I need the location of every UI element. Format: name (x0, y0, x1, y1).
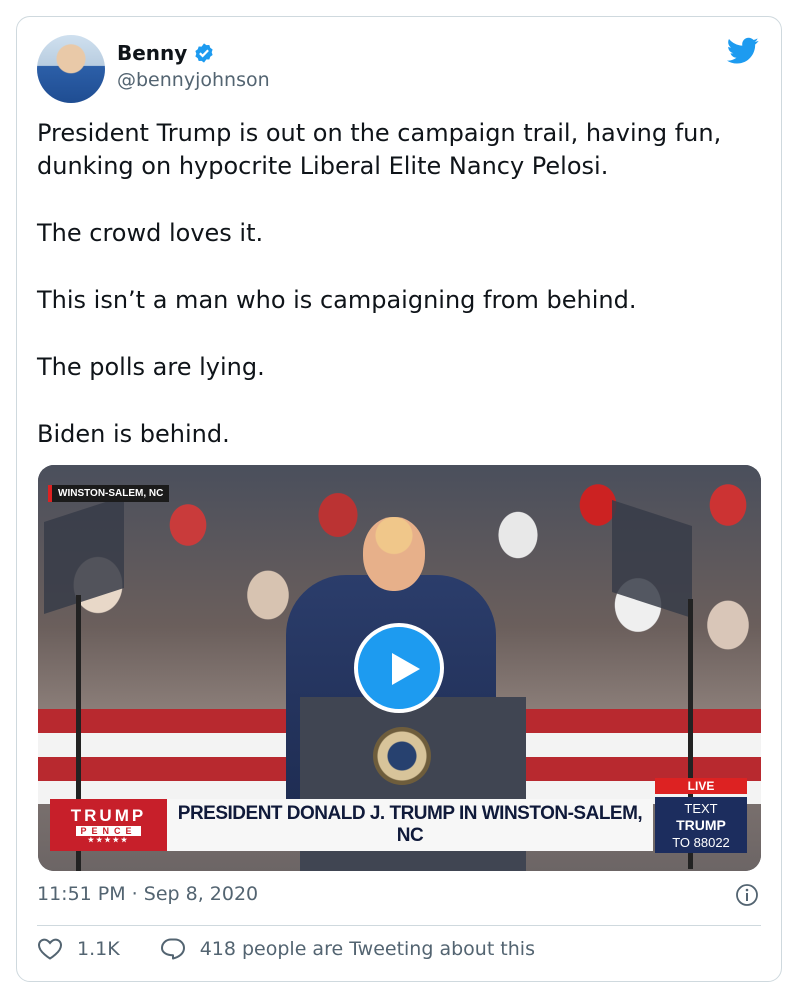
logo-top: TRUMP (70, 806, 147, 825)
logo-mid: PENCE (76, 826, 141, 836)
location-tag: WINSTON-SALEM, NC (48, 485, 170, 502)
chyron-headline: PRESIDENT DONALD J. TRUMP IN WINSTON-SAL… (177, 803, 643, 846)
twitter-bird-icon[interactable] (727, 37, 759, 65)
tweet-timestamp[interactable]: 11:51 PM · Sep 8, 2020 (37, 883, 258, 905)
verified-badge-icon (195, 43, 213, 63)
tweet-paragraph: Biden is behind. (37, 420, 230, 448)
avatar[interactable] (37, 35, 105, 103)
tweet-paragraph: This isn’t a man who is campaigning from… (37, 286, 637, 314)
conversation-text: 418 people are Tweeting about this (199, 938, 535, 960)
presidential-seal (373, 727, 431, 785)
reply-bubble-icon (160, 938, 185, 960)
news-chyron: TRUMP PENCE ★★★★★ PRESIDENT DONALD J. TR… (50, 799, 653, 851)
tweet-paragraph: The crowd loves it. (37, 219, 264, 247)
like-count: 1.1K (77, 938, 120, 960)
conversation-button[interactable]: 418 people are Tweeting about this (160, 937, 535, 961)
tweet-actions: 1.1K 418 people are Tweeting about this (37, 937, 575, 961)
heart-icon (37, 938, 63, 960)
campaign-logo: TRUMP PENCE ★★★★★ (50, 799, 167, 851)
logo-stars: ★★★★★ (87, 837, 130, 844)
play-button[interactable] (354, 623, 444, 713)
text-line-3: TO 88022 (672, 834, 730, 850)
author-name-row[interactable]: Benny (117, 41, 215, 65)
play-icon (392, 653, 420, 685)
tweet-paragraph: The polls are lying. (37, 353, 265, 381)
live-badge: LIVE (655, 778, 747, 794)
divider (37, 925, 761, 926)
like-button[interactable]: 1.1K (37, 937, 120, 961)
text-line-2: TRUMP (676, 816, 726, 833)
tweet-text: President Trump is out on the campaign t… (37, 117, 757, 451)
speaker-head (363, 517, 425, 591)
text-line-1: TEXT (684, 800, 718, 816)
tweet-card: Benny @bennyjohnson President Trump is o… (16, 16, 782, 982)
text-trump-box: TEXT TRUMP TO 88022 (655, 797, 747, 853)
author-handle[interactable]: @bennyjohnson (117, 69, 270, 91)
info-icon[interactable] (735, 883, 759, 907)
author-name[interactable]: Benny (117, 41, 187, 65)
video-player[interactable]: WINSTON-SALEM, NC TRUMP PENCE ★★★★★ PRES… (38, 465, 761, 871)
tweet-paragraph: President Trump is out on the campaign t… (37, 119, 722, 180)
